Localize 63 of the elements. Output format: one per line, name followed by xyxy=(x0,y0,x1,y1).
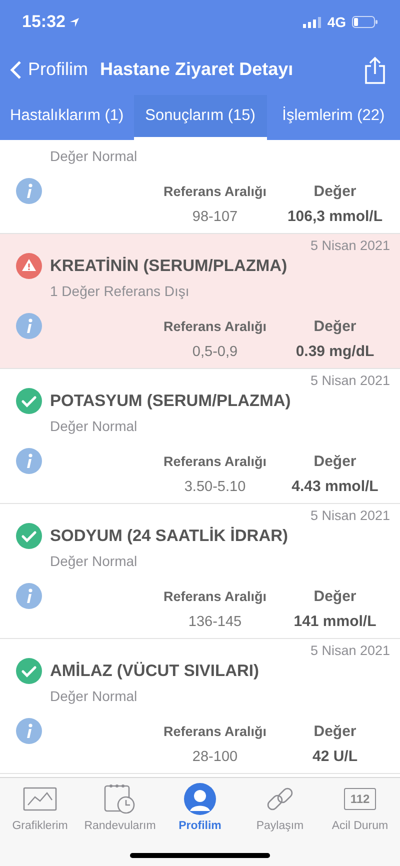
share-icon[interactable] xyxy=(364,56,386,84)
tab[interactable]: Sonuçlarım (15) xyxy=(134,95,267,140)
reference-range: 136-145 xyxy=(187,614,243,630)
tab[interactable]: İşlemlerim (22) xyxy=(266,95,400,140)
location-icon xyxy=(69,16,80,28)
result-value: 0.39 mg/dL xyxy=(294,343,376,360)
result-status: Değer Normal xyxy=(50,688,138,704)
result-card[interactable]: 5 Nisan 2021 SODYUM (24 SAATLİK İDRAR) Değer Normal Referans Aralığı Değer 136-145 141 mmol/L xyxy=(0,504,400,639)
result-value: 4.43 mmol/L xyxy=(290,478,380,495)
result-status: Değer Normal xyxy=(50,418,138,434)
info-icon[interactable] xyxy=(16,718,42,744)
info-icon[interactable] xyxy=(16,313,42,339)
column-label: Referans Aralığı xyxy=(162,724,268,738)
page-title: Hastane Ziyaret Detayı xyxy=(100,59,294,80)
chevron-left-icon xyxy=(10,60,22,80)
emergency-number-icon: 112 xyxy=(344,788,376,810)
result-date: 5 Nisan 2021 xyxy=(309,643,390,658)
info-icon[interactable] xyxy=(16,448,42,474)
result-card[interactable]: 5 Nisan 2021 KREATİNİN (SERUM/PLAZMA) 1 Değer Referans Dışı Referans Aralığı Değer 0,5-0,9 0.39 mg/dL xyxy=(0,234,400,369)
reference-range: 98-107 xyxy=(191,208,239,224)
tab-bar-item[interactable]: 112 Acil Durum xyxy=(320,782,400,832)
tab-bar-item[interactable]: Paylaşım xyxy=(240,782,320,832)
result-status: Değer Normal xyxy=(50,553,138,569)
result-date: 5 Nisan 2021 xyxy=(309,373,390,388)
person-icon xyxy=(184,783,216,815)
status-time: 15:32 xyxy=(22,12,80,32)
column-label: Referans Aralığı xyxy=(162,588,268,604)
test-name: AMİLAZ (VÜCUT SIVILARI) xyxy=(50,662,259,680)
line-chart-icon xyxy=(23,787,57,811)
column-label: Değer xyxy=(312,588,358,604)
result-card[interactable]: 5 Nisan 2021 POTASYUM (SERUM/PLAZMA) Değer Normal Referans Aralığı Değer 3.50-5.10 4.43 mmol/L xyxy=(0,369,400,504)
test-name: SODYUM (24 SAATLİK İDRAR) xyxy=(50,526,288,546)
reference-range: 28-100 xyxy=(191,748,239,764)
test-name: KREATİNİN (SERUM/PLAZMA) xyxy=(50,256,288,276)
column-label: Değer xyxy=(312,452,358,470)
result-value: 42 U/L xyxy=(311,748,358,765)
reference-range: 0,5-0,9 xyxy=(191,344,239,360)
result-status: Değer Normal xyxy=(50,148,138,164)
back-button[interactable]: Profilim xyxy=(10,59,88,80)
column-label: Değer xyxy=(312,182,358,200)
result-value: 106,3 mmol/L xyxy=(286,208,384,225)
result-date: 5 Nisan 2021 xyxy=(309,238,390,253)
tab-bar-item[interactable]: Randevularım xyxy=(80,782,160,832)
info-icon[interactable] xyxy=(16,178,42,204)
battery-icon xyxy=(352,16,378,28)
test-name: POTASYUM (SERUM/PLAZMA) xyxy=(50,392,291,410)
result-date: 5 Nisan 2021 xyxy=(309,508,390,523)
column-label: Referans Aralığı xyxy=(162,454,268,468)
column-label: Referans Aralığı xyxy=(162,184,268,198)
signal-icon xyxy=(303,16,322,28)
column-label: Değer xyxy=(312,722,358,740)
reference-range: 3.50-5.10 xyxy=(183,478,247,494)
tab[interactable]: Hastalıklarım (1) xyxy=(0,95,134,140)
calendar-clock-icon xyxy=(104,783,136,815)
tab-bar-item[interactable]: Grafiklerim xyxy=(0,782,80,832)
network-label: 4G xyxy=(327,14,346,30)
result-card[interactable]: 5 Nisan 2021 AMİLAZ (VÜCUT SIVILARI) Değer Normal Referans Aralığı Değer 28-100 42 U/L xyxy=(0,639,400,774)
tab-bar-item[interactable]: Profilim xyxy=(160,782,240,832)
result-status: 1 Değer Referans Dışı xyxy=(50,283,190,299)
column-label: Değer xyxy=(312,318,358,334)
result-value: 141 mmol/L xyxy=(292,613,378,630)
column-label: Referans Aralığı xyxy=(162,318,268,334)
info-icon[interactable] xyxy=(16,583,42,609)
